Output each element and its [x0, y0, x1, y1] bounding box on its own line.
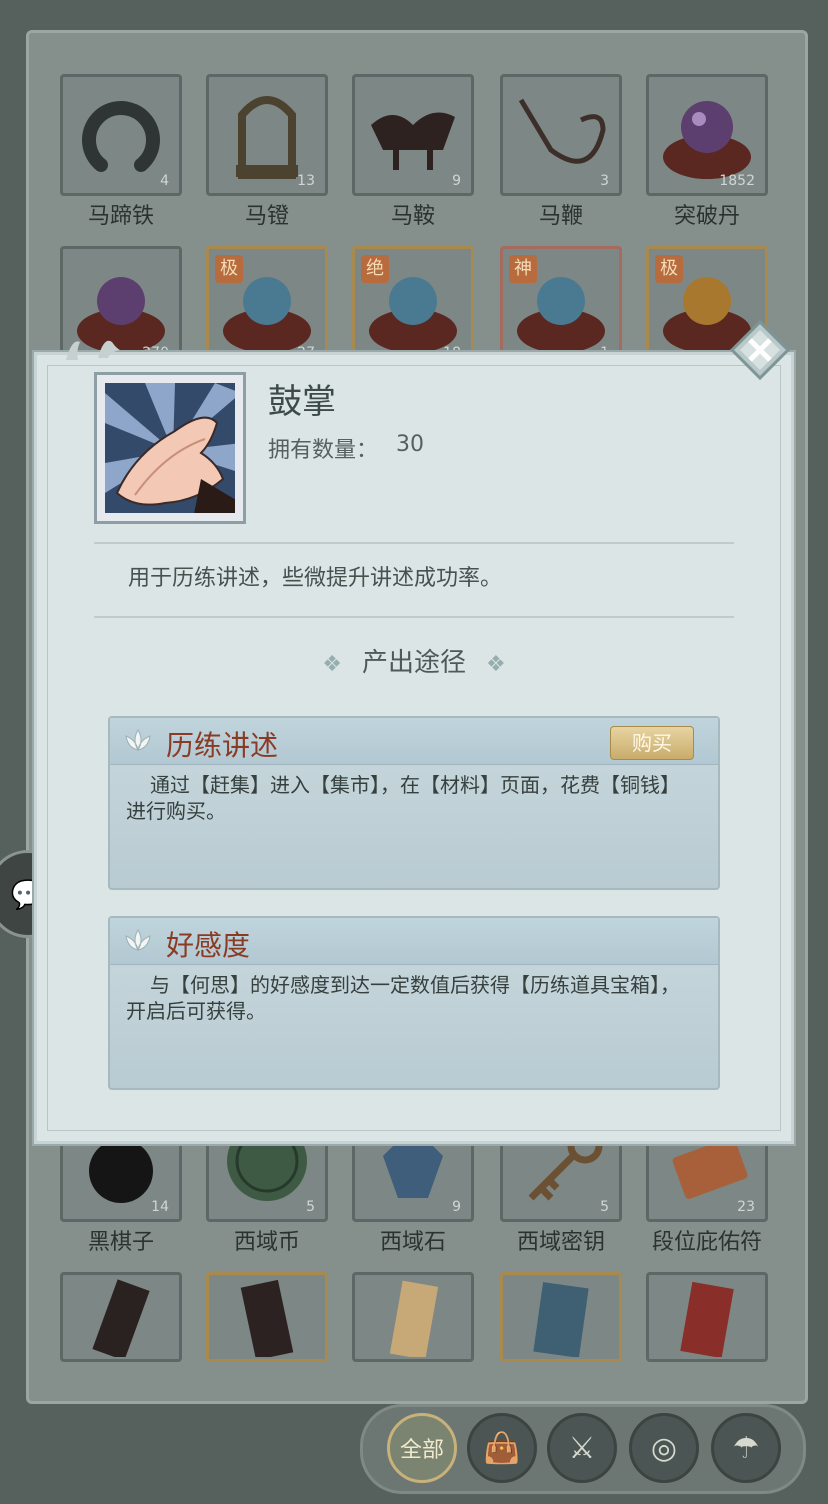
saddle-icon — [371, 112, 455, 170]
slot-label: 马鞭 — [538, 204, 583, 229]
coins-icon: ◎ — [650, 1430, 678, 1466]
source-card-header: 好感度 — [110, 918, 718, 965]
inventory-slot[interactable]: 3 — [500, 74, 622, 196]
inventory-slot[interactable]: 神 1 — [500, 246, 622, 368]
slot-label: 段位庇佑符 — [651, 1230, 762, 1255]
item-icon-frame — [94, 372, 246, 524]
inventory-slot[interactable]: 4 — [60, 74, 182, 196]
divider — [94, 542, 734, 544]
diamond-ornament-icon: ❖ — [486, 652, 506, 677]
item-description: 用于历练讲述，些微提升讲述成功率。 — [128, 566, 503, 591]
slot-label: 西域币 — [233, 1230, 300, 1255]
filter-all-label: 全部 — [399, 1438, 444, 1463]
inventory-slot[interactable] — [352, 1272, 474, 1362]
grade-badge: 极 — [215, 255, 243, 283]
sea-token-icon — [240, 1279, 294, 1357]
horseshoe-icon — [82, 101, 160, 172]
rename-card-icon — [389, 1280, 439, 1357]
inventory-slot[interactable] — [60, 1272, 182, 1362]
umbrella-icon: ☂ — [732, 1430, 760, 1466]
birds-decoration-icon — [66, 340, 120, 360]
grade-badge: 极 — [655, 255, 683, 283]
diamond-ornament-icon: ❖ — [322, 652, 342, 677]
clapping-hands-icon — [105, 383, 235, 513]
slot-label: 西域石 — [379, 1230, 446, 1255]
slot-label: 西域密钥 — [516, 1230, 605, 1255]
inventory-slot[interactable]: 极 27 — [206, 246, 328, 368]
inventory-slot[interactable] — [646, 1272, 768, 1362]
filter-bag-button[interactable]: 👜 — [467, 1413, 537, 1483]
source-card-title: 历练讲述 — [166, 729, 279, 762]
filter-weapon-button[interactable]: ⚔ — [547, 1413, 617, 1483]
martial-token-icon — [92, 1279, 150, 1357]
inventory-slot[interactable]: 13 — [206, 74, 328, 196]
inventory-slot[interactable] — [500, 1272, 622, 1362]
inventory-slot[interactable]: 绝 18 — [352, 246, 474, 368]
slot-label: 马鞍 — [390, 204, 435, 229]
sources-heading: ❖ 产出途径 ❖ — [0, 642, 828, 679]
stirrup-icon — [236, 96, 298, 179]
filter-currency-button[interactable]: ◎ — [629, 1413, 699, 1483]
lotus-icon — [125, 729, 151, 751]
buy-button[interactable]: 购买 — [610, 726, 694, 760]
close-icon[interactable] — [730, 320, 790, 380]
whip-icon — [518, 98, 606, 164]
inventory-slot[interactable] — [206, 1272, 328, 1362]
source-card-text: 与【何思】的好感度到达一定数值后获得【历练道具宝箱】，开启后可获得。 — [126, 973, 680, 1023]
slot-label: 突破丹 — [673, 204, 740, 229]
manual-book-icon — [533, 1282, 589, 1357]
source-card-header: 历练讲述 购买 — [110, 718, 718, 765]
lotus-icon — [125, 929, 151, 951]
filter-misc-button[interactable]: ☂ — [711, 1413, 781, 1483]
inventory-slot[interactable]: 9 — [352, 74, 474, 196]
quantity-label: 拥有数量： — [268, 438, 379, 463]
duel-card-icon — [680, 1281, 734, 1357]
bag-icon: 👜 — [483, 1430, 521, 1466]
divider — [94, 616, 734, 618]
crossed-swords-icon: ⚔ — [568, 1430, 596, 1466]
slot-label: 黑棋子 — [87, 1230, 154, 1255]
filter-all-button[interactable]: 全部 — [387, 1413, 457, 1483]
grade-badge: 绝 — [361, 255, 389, 283]
source-card: 好感度 与【何思】的好感度到达一定数值后获得【历练道具宝箱】，开启后可获得。 — [108, 916, 720, 1090]
sources-heading-text: 产出途径 — [361, 648, 466, 678]
category-dock: 全部 👜 ⚔ ◎ ☂ — [360, 1404, 806, 1494]
inventory-slot[interactable]: 1852 — [646, 74, 768, 196]
grade-badge: 神 — [509, 255, 537, 283]
breakthrough-pill-icon — [663, 101, 751, 179]
slot-label: 马蹄铁 — [87, 204, 154, 229]
source-card-text: 通过【赶集】进入【集市】，在【材料】页面，花费【铜钱】进行购买。 — [126, 773, 680, 823]
slot-label: 马镫 — [244, 204, 289, 229]
source-card-title: 好感度 — [166, 929, 251, 962]
source-card: 历练讲述 购买 通过【赶集】进入【集市】，在【材料】页面，花费【铜钱】进行购买。 — [108, 716, 720, 890]
quantity-value: 30 — [396, 432, 424, 457]
item-name: 鼓掌 — [268, 382, 336, 422]
